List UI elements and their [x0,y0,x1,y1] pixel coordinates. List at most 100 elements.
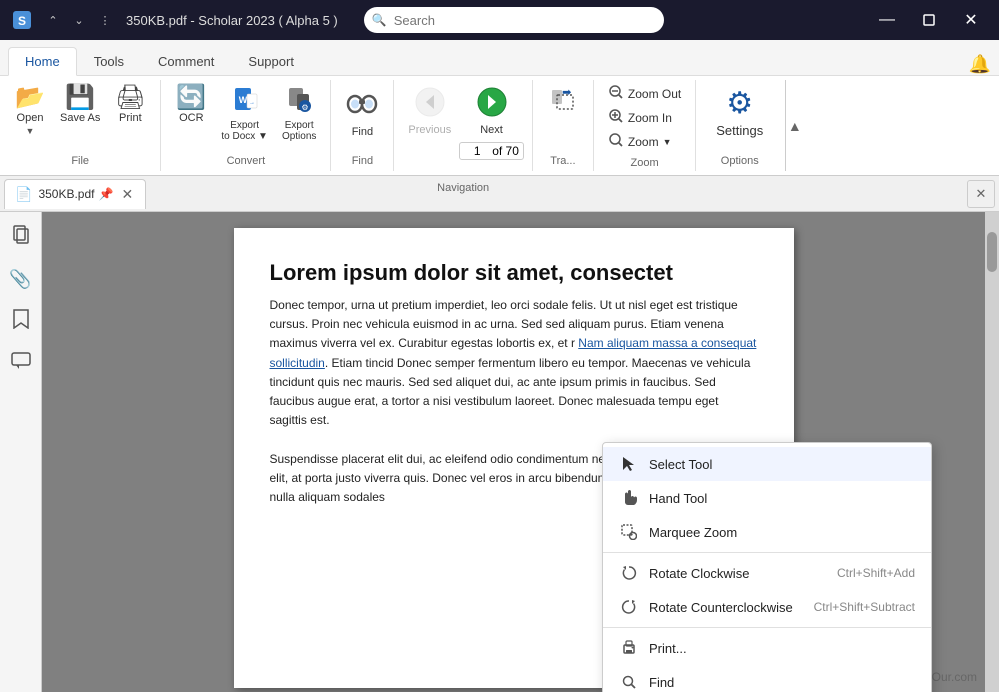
hand-tool-label: Hand Tool [649,491,915,506]
context-menu-find[interactable]: Find [603,665,931,692]
sidebar-comments-button[interactable] [4,346,38,380]
search-input[interactable] [364,7,664,33]
forward-btn[interactable]: ⌄ [68,9,90,31]
minimize-button[interactable]: — [867,0,907,40]
panel-close-button[interactable]: ✕ [967,180,995,208]
zoom-in-button[interactable]: Zoom In [602,106,687,129]
maximize-button[interactable] [909,0,949,40]
zoom-out-label: Zoom Out [628,87,681,101]
open-label: Open [17,112,44,124]
scroll-thumb[interactable] [987,232,997,272]
context-menu-marquee-zoom[interactable]: Marquee Zoom [603,515,931,549]
ribbon-section-options: ⚙ Settings Options [696,80,783,171]
tab-close-button[interactable]: ✕ [119,186,135,203]
context-menu-rotate-cw[interactable]: Rotate Clockwise Ctrl+Shift+Add [603,556,931,590]
print-label: Print [119,112,142,124]
tab-comment[interactable]: Comment [141,47,231,75]
sidebar-bookmarks-button[interactable] [4,304,38,338]
rotate-ccw-label: Rotate Counterclockwise [649,600,804,615]
export-options-label: ExportOptions [282,120,316,142]
context-menu-hand-tool[interactable]: Hand Tool [603,481,931,515]
page-input-wrap: of 70 [459,142,524,160]
ribbon-tabs: Home Tools Comment Support 🔔 [0,40,999,76]
print-ctx-icon [619,638,639,658]
page-number-group: Next of 70 [459,82,524,160]
zoom-items: Zoom Out Zoom In [602,82,687,153]
sidebar-attachments-button[interactable]: 📎 [4,262,38,296]
scrollbar[interactable] [985,212,999,692]
export-options-button[interactable]: ⚙ ExportOptions [276,82,322,146]
next-button[interactable]: Next [470,82,514,140]
print-button[interactable]: 🖨 Print [108,82,152,128]
rotate-ccw-icon [619,597,639,617]
ocr-button[interactable]: 🔄 OCR [169,82,213,128]
select-tool-icon [619,454,639,474]
document-tab[interactable]: 📄 350KB.pdf 📌 ✕ [4,179,146,209]
svg-text:⚙: ⚙ [302,103,309,112]
previous-icon [414,86,446,122]
app-logo: S [8,6,36,34]
ribbon-tab-right: 🔔 [969,54,991,75]
context-menu-rotate-ccw[interactable]: Rotate Counterclockwise Ctrl+Shift+Subtr… [603,590,931,624]
tab-bar: 📄 350KB.pdf 📌 ✕ ✕ [0,176,999,212]
tab-home[interactable]: Home [8,47,77,76]
ribbon-section-zoom: Zoom Out Zoom In [594,80,696,171]
file-section-items: 📂 Open ▼ 💾 Save As 🖨 Print [8,82,152,151]
page-total: of 70 [492,144,519,158]
pdf-content-area: Lorem ipsum dolor sit amet, consectet Do… [42,212,985,692]
options-section-items: ⚙ Settings [704,82,775,151]
tab-tools[interactable]: Tools [77,47,141,75]
context-menu: Select Tool Hand Tool [602,442,932,692]
svg-text:S: S [18,14,26,28]
find-button[interactable]: Find [339,82,385,142]
search-icon: 🔍 [372,13,387,27]
context-menu-select-tool[interactable]: Select Tool [603,447,931,481]
transform-button[interactable] [541,82,585,125]
page-number-input[interactable] [464,144,490,158]
search-bar: 🔍 [364,7,664,33]
sidebar-pages-button[interactable] [4,220,38,254]
ribbon-collapse-button[interactable]: ▲ [785,80,803,171]
tab-support[interactable]: Support [231,47,311,75]
next-icon [476,86,508,122]
tab-pin-icon[interactable]: 📌 [98,187,113,201]
open-button[interactable]: 📂 Open ▼ [8,82,52,140]
find-ctx-icon [619,672,639,692]
ribbon-section-file: 📂 Open ▼ 💾 Save As 🖨 Print File [0,80,161,171]
export-to-docx-button[interactable]: W → Exportto Docx ▼ [215,82,274,146]
marquee-zoom-label: Marquee Zoom [649,525,915,540]
zoom-in-icon [608,108,624,127]
nav-section-items: Previous Next of 70 [402,82,524,160]
zoom-out-button[interactable]: Zoom Out [602,82,687,105]
ocr-label: OCR [179,112,203,124]
tra-section-items [541,82,585,151]
settings-button[interactable]: ⚙ Settings [704,82,775,142]
save-as-button[interactable]: 💾 Save As [54,82,106,128]
transform-icon [548,86,578,121]
menu-btn[interactable]: ⋮ [94,9,116,31]
settings-gear-icon: ⚙ [726,86,753,121]
zoom-button[interactable]: Zoom ▼ [602,130,687,153]
close-button[interactable]: ✕ [951,0,991,40]
rotate-cw-shortcut: Ctrl+Shift+Add [837,566,915,580]
context-menu-print[interactable]: Print... [603,631,931,665]
previous-button[interactable]: Previous [402,82,457,140]
notification-bell-icon[interactable]: 🔔 [969,54,991,75]
svg-text:W: W [238,95,247,105]
bookmarks-icon [12,309,30,334]
export-docx-label: Exportto Docx ▼ [221,120,268,142]
print-ctx-label: Print... [649,641,915,656]
back-btn[interactable]: ⌃ [42,9,64,31]
hand-tool-icon [619,488,639,508]
pdf-paragraph-1: Donec tempor, urna ut pretium imperdiet,… [270,296,758,430]
title-bar: S ⌃ ⌄ ⋮ 350KB.pdf - Scholar 2023 ( Alpha… [0,0,999,40]
pdf-link[interactable]: Nam aliquam massa a consequat sollicitud… [270,336,757,369]
comments-icon [11,352,31,375]
tra-section-label: Tra... [546,153,579,169]
find-ctx-label: Find [649,675,915,690]
attachments-icon: 📎 [9,269,31,290]
title-bar-controls: ⌃ ⌄ ⋮ [42,9,116,31]
marquee-zoom-icon [619,522,639,542]
sidebar: 📎 [0,212,42,692]
ribbon: 📂 Open ▼ 💾 Save As 🖨 Print File 🔄 OCR [0,76,999,176]
